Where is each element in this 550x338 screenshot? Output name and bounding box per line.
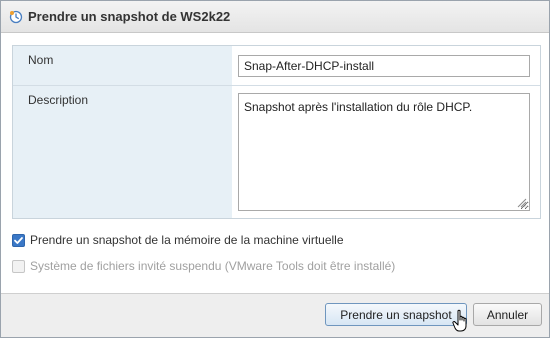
snapshot-icon (9, 10, 23, 24)
name-input[interactable] (238, 55, 530, 77)
snapshot-form: Nom Description Snapshot après l'install… (12, 45, 541, 219)
dialog-title: Prendre un snapshot de WS2k22 (28, 9, 231, 24)
description-text: Snapshot après l'installation du rôle DH… (244, 100, 473, 114)
name-label: Nom (13, 46, 232, 85)
dialog-content: Nom Description Snapshot après l'install… (1, 33, 549, 294)
memory-snapshot-label: Prendre un snapshot de la mémoire de la … (30, 233, 344, 247)
dialog-titlebar: Prendre un snapshot de WS2k22 (1, 1, 549, 33)
description-row: Description Snapshot après l'installatio… (13, 86, 540, 218)
description-textarea[interactable]: Snapshot après l'installation du rôle DH… (238, 93, 530, 211)
checkmark-icon (14, 236, 23, 244)
memory-snapshot-option[interactable]: Prendre un snapshot de la mémoire de la … (12, 233, 344, 247)
description-value-cell: Snapshot après l'installation du rôle DH… (232, 86, 540, 218)
resize-grip-icon[interactable] (516, 197, 527, 208)
memory-snapshot-checkbox[interactable] (12, 233, 25, 247)
take-snapshot-button[interactable]: Prendre un snapshot (325, 303, 467, 326)
quiesce-option: Système de fichiers invité suspendu (VMw… (12, 259, 395, 273)
take-snapshot-dialog: Prendre un snapshot de WS2k22 Nom Descri… (0, 0, 550, 338)
name-row: Nom (13, 46, 540, 86)
quiesce-checkbox (12, 259, 25, 273)
cancel-button[interactable]: Annuler (473, 303, 542, 326)
quiesce-label: Système de fichiers invité suspendu (VMw… (30, 259, 396, 273)
dialog-footer: Prendre un snapshot Annuler (1, 293, 549, 337)
description-label: Description (13, 86, 232, 218)
name-value-cell (232, 46, 540, 85)
